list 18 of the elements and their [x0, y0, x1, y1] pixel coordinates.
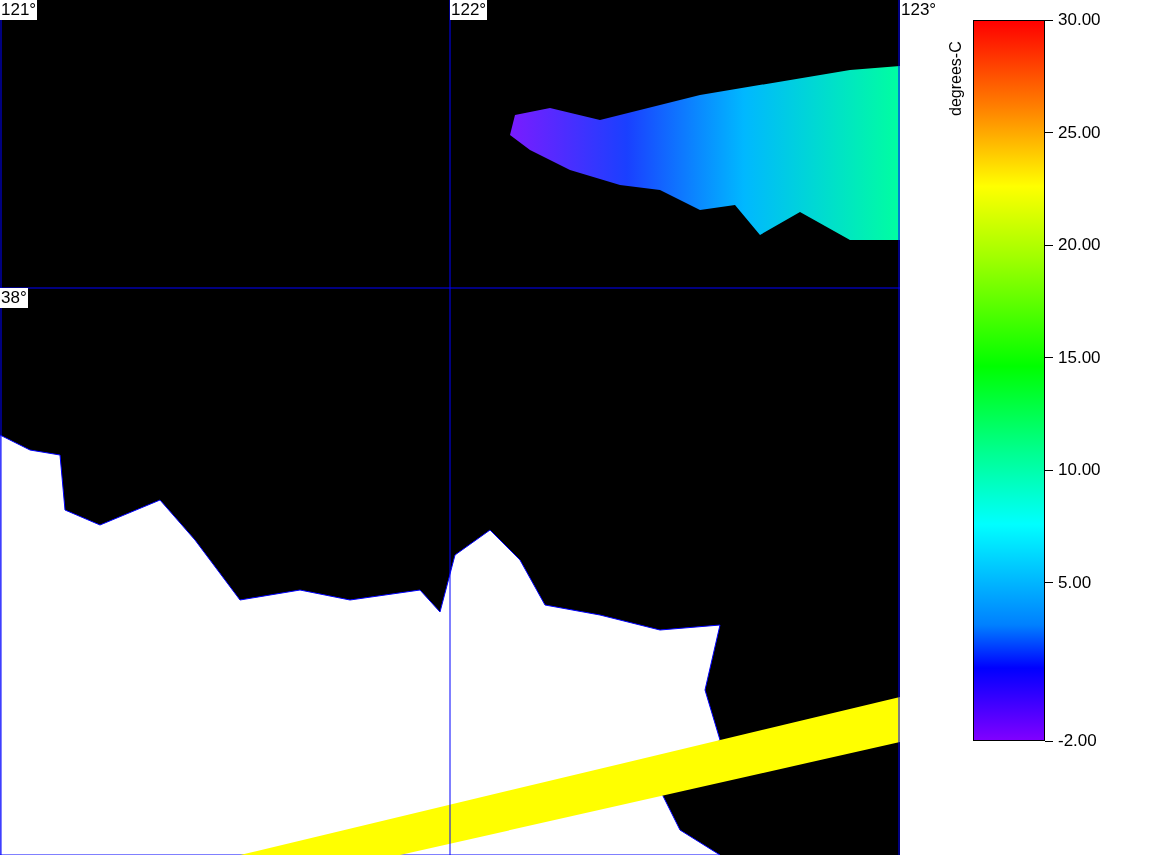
tick-mark [1045, 244, 1053, 246]
tick-label: 15.00 [1058, 347, 1101, 368]
longitude-label: 122° [450, 0, 488, 20]
tick-label: 5.00 [1058, 572, 1092, 593]
tick-label: 30.00 [1058, 10, 1101, 30]
tick-mark [1045, 582, 1053, 583]
tick-label: 10.00 [1058, 460, 1101, 480]
tick-mark [1045, 469, 1053, 471]
tick-mark [1045, 132, 1053, 133]
tick-mark [1045, 19, 1053, 21]
latitude-label: 38° [0, 288, 28, 308]
unit-label: degrees-C [947, 40, 965, 116]
tick-label: 25.00 [1058, 122, 1101, 143]
tick-label: -2.00 [1058, 731, 1097, 751]
tick-mark [1045, 740, 1053, 742]
tick-label: 20.00 [1058, 235, 1101, 255]
longitude-label: 121° [0, 0, 38, 20]
tick-mark [1045, 357, 1053, 358]
